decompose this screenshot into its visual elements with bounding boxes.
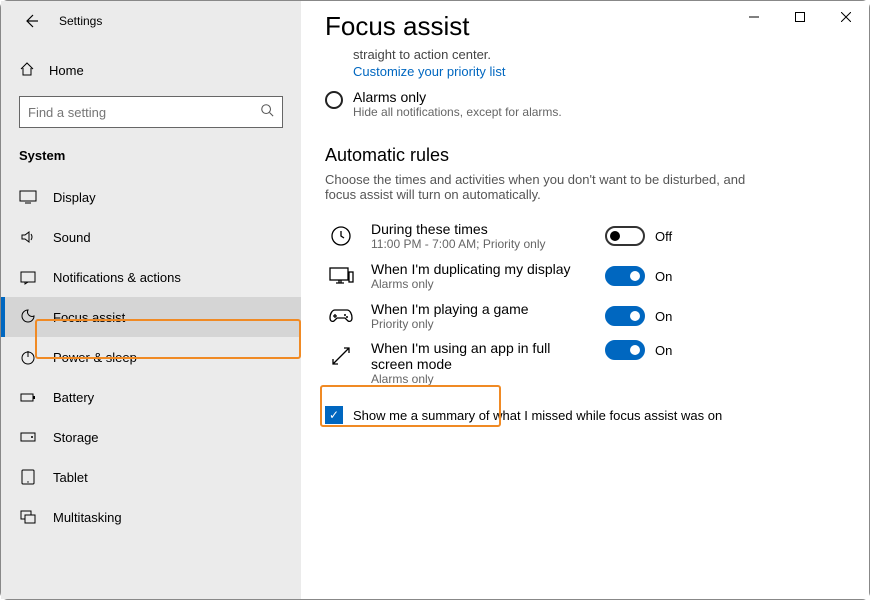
sidebar-item-label: Display	[53, 190, 96, 205]
full-icon	[325, 340, 357, 372]
nav-group-title: System	[1, 144, 301, 177]
focus-icon	[19, 308, 37, 326]
rules-subtext: Choose the times and activities when you…	[325, 172, 765, 202]
rule-dup[interactable]: When I'm duplicating my displayAlarms on…	[325, 256, 837, 296]
checkmark-icon: ✓	[325, 406, 343, 424]
sidebar-item-label: Battery	[53, 390, 94, 405]
close-button[interactable]	[823, 1, 869, 33]
sidebar-item-label: Tablet	[53, 470, 88, 485]
tablet-icon	[19, 468, 37, 486]
radio-title: Alarms only	[353, 89, 562, 105]
rules-list: During these times11:00 PM - 7:00 AM; Pr…	[325, 216, 837, 390]
toggle-label: On	[655, 269, 672, 284]
toggle-switch[interactable]	[605, 266, 645, 286]
rule-toggle[interactable]: On	[605, 340, 695, 360]
nav-list: Display Sound Notifications & actions Focus…	[1, 177, 301, 537]
sidebar-item-tablet[interactable]: Tablet	[1, 457, 301, 497]
radio-subtitle: Hide all notifications, except for alarm…	[353, 105, 562, 119]
sidebar-item-focus[interactable]: Focus assist	[1, 297, 301, 337]
sidebar-item-label: Multitasking	[53, 510, 122, 525]
sidebar-item-label: Notifications & actions	[53, 270, 181, 285]
battery-icon	[19, 388, 37, 406]
rule-subtitle: Alarms only	[371, 372, 591, 386]
sidebar-item-display[interactable]: Display	[1, 177, 301, 217]
game-icon	[325, 300, 357, 332]
notify-icon	[19, 268, 37, 286]
multitask-icon	[19, 508, 37, 526]
rule-toggle[interactable]: On	[605, 266, 695, 286]
toggle-switch[interactable]	[605, 340, 645, 360]
app-title: Settings	[59, 14, 102, 28]
rule-subtitle: 11:00 PM - 7:00 AM; Priority only	[371, 237, 591, 251]
sidebar: Settings Home System Display Sound Notific…	[1, 1, 301, 599]
rule-toggle[interactable]: On	[605, 306, 695, 326]
rules-heading: Automatic rules	[325, 145, 837, 166]
toggle-switch[interactable]	[605, 306, 645, 326]
sidebar-item-label: Focus assist	[53, 310, 125, 325]
content: Focus assist straight to action center. …	[301, 1, 869, 599]
rule-title: During these times	[371, 221, 591, 237]
intro-text: straight to action center.	[353, 46, 837, 64]
sound-icon	[19, 228, 37, 246]
radio-alarms-only[interactable]: Alarms only Hide all notifications, exce…	[325, 89, 837, 119]
titlebar: Settings	[1, 1, 301, 41]
sidebar-item-multitask[interactable]: Multitasking	[1, 497, 301, 537]
search-icon	[260, 103, 274, 122]
dup-icon	[325, 260, 357, 292]
sidebar-item-battery[interactable]: Battery	[1, 377, 301, 417]
customize-priority-link[interactable]: Customize your priority list	[353, 64, 837, 79]
window-controls	[731, 1, 869, 33]
rule-title: When I'm using an app in full screen mod…	[371, 340, 591, 372]
sidebar-item-notify[interactable]: Notifications & actions	[1, 257, 301, 297]
rule-title: When I'm playing a game	[371, 301, 591, 317]
toggle-label: Off	[655, 229, 672, 244]
sidebar-item-label: Sound	[53, 230, 91, 245]
summary-checkbox-label: Show me a summary of what I missed while…	[353, 408, 722, 423]
minimize-button[interactable]	[731, 1, 777, 33]
search-box[interactable]	[19, 96, 283, 128]
power-icon	[19, 348, 37, 366]
back-button[interactable]	[19, 9, 43, 33]
clock-icon	[325, 220, 357, 252]
toggle-switch[interactable]	[605, 226, 645, 246]
sidebar-item-label: Power & sleep	[53, 350, 137, 365]
home-icon	[19, 61, 35, 80]
nav-home[interactable]: Home	[1, 55, 301, 86]
summary-checkbox-row[interactable]: ✓ Show me a summary of what I missed whi…	[325, 406, 837, 424]
maximize-button[interactable]	[777, 1, 823, 33]
sidebar-item-sound[interactable]: Sound	[1, 217, 301, 257]
sidebar-item-storage[interactable]: Storage	[1, 417, 301, 457]
rule-subtitle: Priority only	[371, 317, 591, 331]
sidebar-item-power[interactable]: Power & sleep	[1, 337, 301, 377]
rule-subtitle: Alarms only	[371, 277, 591, 291]
toggle-label: On	[655, 309, 672, 324]
display-icon	[19, 188, 37, 206]
rule-clock[interactable]: During these times11:00 PM - 7:00 AM; Pr…	[325, 216, 837, 256]
storage-icon	[19, 428, 37, 446]
rule-toggle[interactable]: Off	[605, 226, 695, 246]
rule-title: When I'm duplicating my display	[371, 261, 591, 277]
radio-icon	[325, 91, 343, 109]
search-input[interactable]	[28, 105, 260, 120]
rule-full[interactable]: When I'm using an app in full screen mod…	[325, 336, 837, 390]
home-label: Home	[49, 63, 84, 78]
sidebar-item-label: Storage	[53, 430, 99, 445]
toggle-label: On	[655, 343, 672, 358]
rule-game[interactable]: When I'm playing a gamePriority only On	[325, 296, 837, 336]
